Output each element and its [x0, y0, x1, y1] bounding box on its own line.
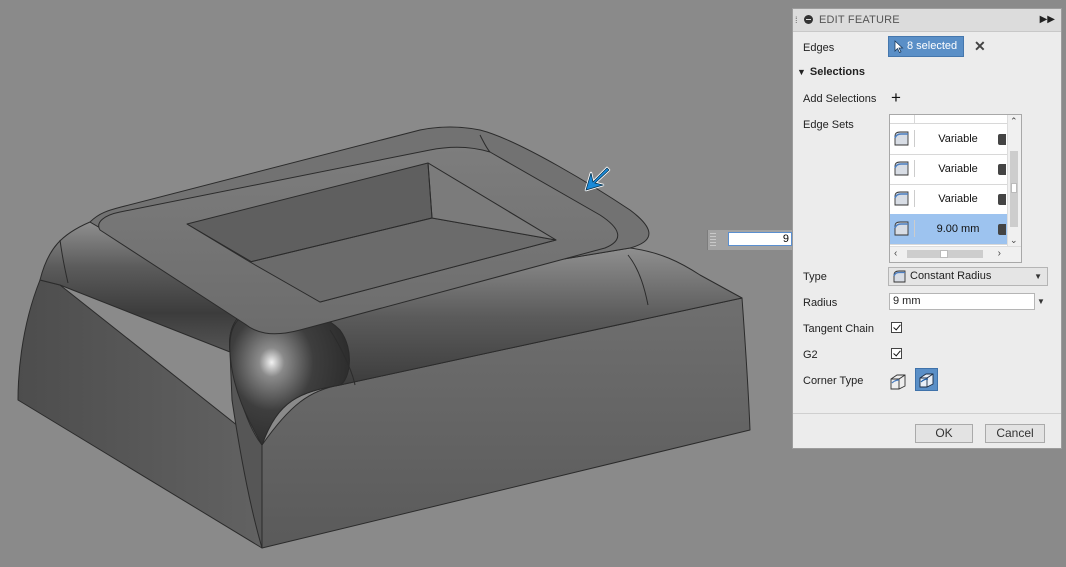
- radius-label: Radius: [803, 297, 838, 309]
- type-select[interactable]: Constant Radius ▼: [888, 267, 1048, 286]
- edge-set-value: 9.00 mm: [936, 223, 980, 235]
- fillet-edge-icon: [894, 190, 915, 207]
- panel-title: EDIT FEATURE: [819, 14, 900, 26]
- scroll-left-icon[interactable]: ‹: [894, 248, 897, 259]
- scroll-up-icon[interactable]: ⌃: [1010, 116, 1018, 127]
- edge-set-action-icon[interactable]: [998, 194, 1006, 205]
- chevron-down-icon: ▼: [1034, 272, 1042, 281]
- scroll-thumb[interactable]: [907, 250, 983, 258]
- edges-selection-count: 8 selected: [907, 40, 958, 52]
- fillet-edge-icon: [894, 130, 915, 147]
- panel-footer: OK Cancel: [793, 413, 1061, 449]
- clear-selection-icon[interactable]: ✕: [974, 38, 986, 55]
- tangent-chain-checkbox[interactable]: [891, 322, 902, 333]
- expand-panel-icon[interactable]: ▶▶: [1040, 14, 1055, 25]
- scroll-thumb[interactable]: [1010, 151, 1018, 227]
- add-selection-plus-icon[interactable]: +: [891, 89, 901, 106]
- cursor-arrow-icon: [894, 40, 904, 53]
- corner-setback-button[interactable]: [915, 368, 938, 391]
- collapse-triangle-icon: ▼: [797, 67, 806, 77]
- edge-set-action-icon[interactable]: [998, 224, 1006, 235]
- panel-grip-icon[interactable]: ⁞: [795, 15, 798, 25]
- add-selections-label: Add Selections: [803, 93, 877, 105]
- g2-label: G2: [803, 349, 818, 361]
- tangent-chain-label: Tangent Chain: [803, 323, 874, 335]
- edges-label: Edges: [803, 42, 835, 54]
- edge-set-value: Variable: [938, 193, 978, 205]
- cancel-button[interactable]: Cancel: [985, 424, 1045, 443]
- fillet-model[interactable]: [17, 126, 751, 549]
- inline-radius-field[interactable]: [728, 232, 792, 246]
- edge-set-row-selected[interactable]: 9.00 mm: [890, 214, 1008, 245]
- drag-grip-icon[interactable]: [710, 233, 716, 247]
- chevron-down-icon[interactable]: ▼: [1037, 297, 1045, 306]
- selections-section-toggle[interactable]: ▼ Selections: [797, 66, 865, 78]
- edge-set-row[interactable]: Variable: [890, 124, 1008, 155]
- fillet-edge-icon: [894, 160, 915, 177]
- edge-set-value: Variable: [938, 133, 978, 145]
- type-label: Type: [803, 271, 827, 283]
- scroll-down-icon[interactable]: ⌄: [1010, 235, 1018, 246]
- type-value: Constant Radius: [910, 270, 992, 282]
- panel-header[interactable]: ⁞ EDIT FEATURE ▶▶: [793, 9, 1061, 32]
- edge-set-action-icon[interactable]: [998, 164, 1006, 175]
- edge-set-row[interactable]: Variable: [890, 184, 1008, 215]
- radius-input[interactable]: 9 mm: [889, 293, 1035, 310]
- edge-set-action-icon[interactable]: [998, 134, 1006, 145]
- stop-icon: [804, 15, 813, 24]
- edit-feature-panel: ⁞ EDIT FEATURE ▶▶ Edges 8 selected ✕ ▼ Se…: [792, 8, 1062, 449]
- edge-sets-vertical-scrollbar[interactable]: ⌃ ⌄: [1007, 115, 1021, 247]
- edges-selection-button[interactable]: 8 selected: [888, 36, 964, 57]
- fillet-edge-icon: [894, 220, 915, 237]
- edge-sets-horizontal-scrollbar[interactable]: ‹ ›: [890, 246, 1021, 262]
- constant-radius-icon: [893, 270, 906, 283]
- corner-type-label: Corner Type: [803, 375, 864, 387]
- selections-header: Selections: [809, 66, 865, 78]
- ok-button[interactable]: OK: [915, 424, 973, 443]
- scroll-right-icon[interactable]: ›: [998, 248, 1001, 259]
- corner-setback-icon: [919, 373, 934, 388]
- edge-sets-header: [890, 115, 1008, 124]
- g2-checkbox[interactable]: [891, 348, 902, 359]
- edge-set-row[interactable]: Variable: [890, 154, 1008, 185]
- direction-arrow-icon[interactable]: [584, 166, 611, 192]
- corner-rolling-ball-icon[interactable]: [888, 371, 908, 391]
- edge-sets-list[interactable]: Variable Variable Variable 9.00 mm ⌃ ⌄ ‹…: [889, 114, 1022, 263]
- edge-set-value: Variable: [938, 163, 978, 175]
- edge-sets-label: Edge Sets: [803, 119, 854, 131]
